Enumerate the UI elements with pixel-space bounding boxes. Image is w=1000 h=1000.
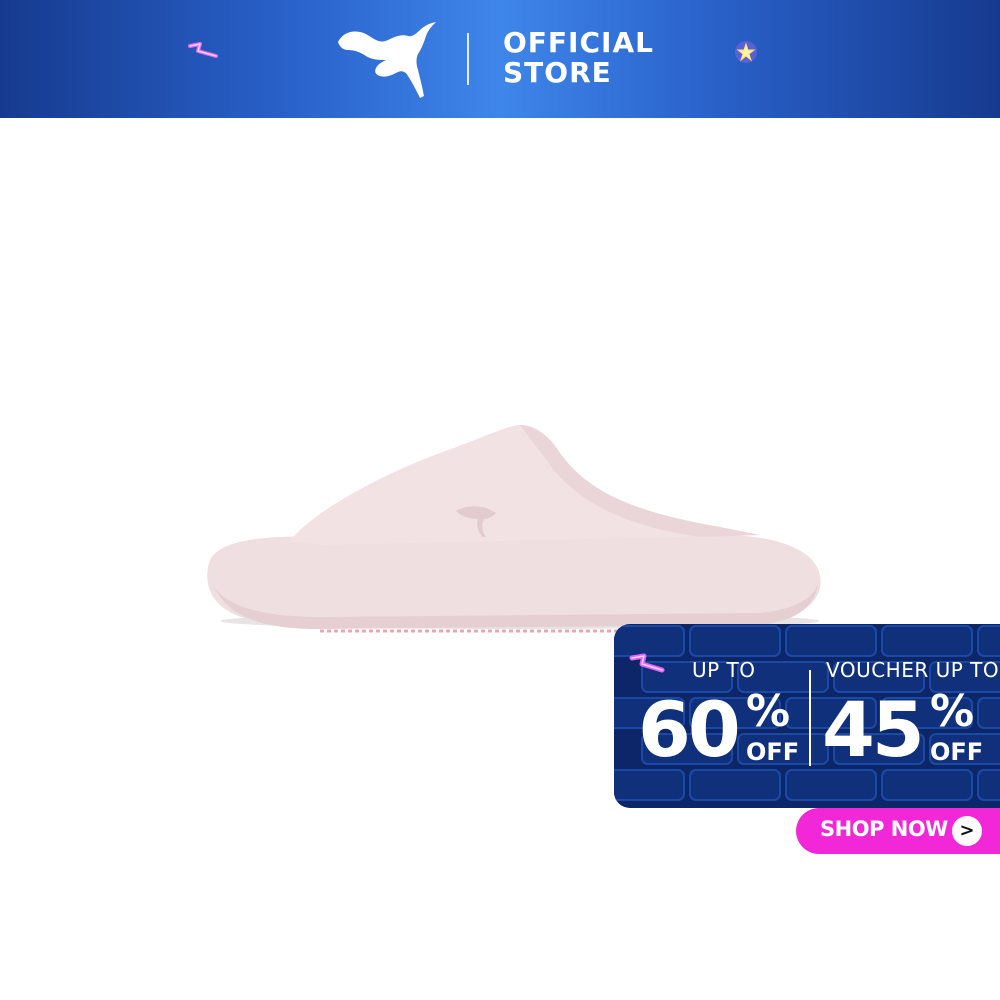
sparkle-icon xyxy=(188,42,218,58)
voucher-percent-sign: % xyxy=(930,686,975,737)
discount-label: UP TO xyxy=(692,658,756,682)
puma-logo-icon xyxy=(338,22,436,98)
discount-percent-sign: % xyxy=(746,686,791,737)
sparkle-icon xyxy=(629,653,665,673)
voucher-label: VOUCHER UP TO xyxy=(826,658,1000,682)
store-line-2: STORE xyxy=(503,56,612,89)
arrow-right-icon: > xyxy=(952,816,982,846)
voucher-off-label: OFF xyxy=(930,738,984,766)
discount-off-label: OFF xyxy=(746,738,800,766)
shop-now-label: SHOP NOW xyxy=(820,817,948,841)
shop-now-button[interactable]: SHOP NOW > xyxy=(796,808,1000,854)
voucher-value: 45 xyxy=(822,685,925,774)
promo-banner[interactable]: UP TO 60 % OFF VOUCHER UP TO 45 % OFF xyxy=(614,624,1000,808)
banner-divider xyxy=(467,33,469,85)
store-banner: OFFICIAL STORE xyxy=(0,0,1000,118)
official-store-label: OFFICIAL STORE xyxy=(503,28,654,88)
star-icon xyxy=(735,41,757,63)
product-image xyxy=(207,425,821,633)
promo-divider xyxy=(809,670,811,766)
store-line-1: OFFICIAL xyxy=(503,26,654,59)
discount-value: 60 xyxy=(638,685,741,774)
